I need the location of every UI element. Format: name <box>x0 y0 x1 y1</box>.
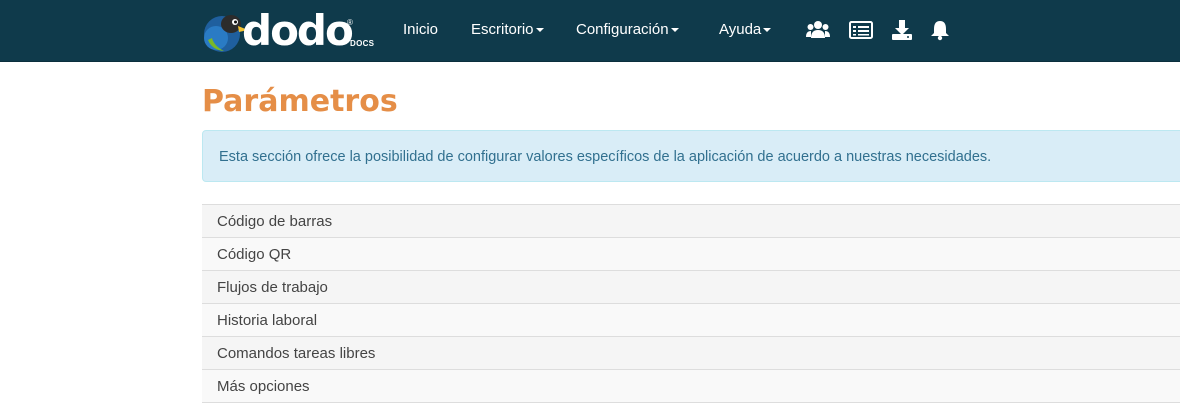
list-item-flujos-de-trabajo[interactable]: Flujos de trabajo <box>202 271 1180 304</box>
top-navbar: dodo ® DOCS Inicio Escritorio Configurac… <box>0 0 1180 62</box>
list-item-comandos-tareas-libres[interactable]: Comandos tareas libres <box>202 337 1180 370</box>
list-item-label: Comandos tareas libres <box>217 345 376 362</box>
bell-icon[interactable] <box>928 19 952 41</box>
info-alert-text: Esta sección ofrece la posibilidad de co… <box>219 149 992 165</box>
list-item-codigo-de-barras[interactable]: Código de barras <box>202 205 1180 238</box>
list-item-label: Más opciones <box>217 378 310 395</box>
brand-name: dodo <box>242 6 354 55</box>
list-item-codigo-qr[interactable]: Código QR <box>202 238 1180 271</box>
nav-ayuda-dropdown[interactable]: Ayuda <box>719 21 772 38</box>
nav-configuracion-dropdown[interactable]: Configuración <box>576 21 679 38</box>
download-icon[interactable] <box>890 19 914 41</box>
brand-registered-mark: ® <box>347 18 353 27</box>
list-icon[interactable] <box>849 19 873 41</box>
list-item-label: Historia laboral <box>217 312 318 329</box>
chevron-down-icon <box>763 28 772 33</box>
users-icon[interactable] <box>806 19 830 41</box>
nav-ayuda-label: Ayuda <box>719 21 762 38</box>
list-item-mas-opciones[interactable]: Más opciones <box>202 370 1180 403</box>
nav-escritorio-dropdown[interactable]: Escritorio <box>471 21 544 38</box>
nav-configuracion-label: Configuración <box>576 21 669 38</box>
nav-inicio[interactable]: Inicio <box>403 21 438 38</box>
nav-inicio-label: Inicio <box>403 21 439 38</box>
info-alert: Esta sección ofrece la posibilidad de co… <box>202 130 1180 182</box>
list-item-label: Código QR <box>217 246 292 263</box>
list-item-label: Flujos de trabajo <box>217 279 328 296</box>
chevron-down-icon <box>670 28 679 33</box>
nav-escritorio-label: Escritorio <box>471 21 534 38</box>
chevron-down-icon <box>535 28 544 33</box>
page-title: Parámetros <box>202 84 398 119</box>
dodo-docs-logo[interactable]: dodo ® DOCS <box>202 6 375 55</box>
parameters-list: Código de barras Código QR Flujos de tra… <box>202 204 1180 403</box>
brand-subtitle: DOCS <box>350 39 375 48</box>
list-item-historia-laboral[interactable]: Historia laboral <box>202 304 1180 337</box>
list-item-label: Código de barras <box>217 213 333 230</box>
